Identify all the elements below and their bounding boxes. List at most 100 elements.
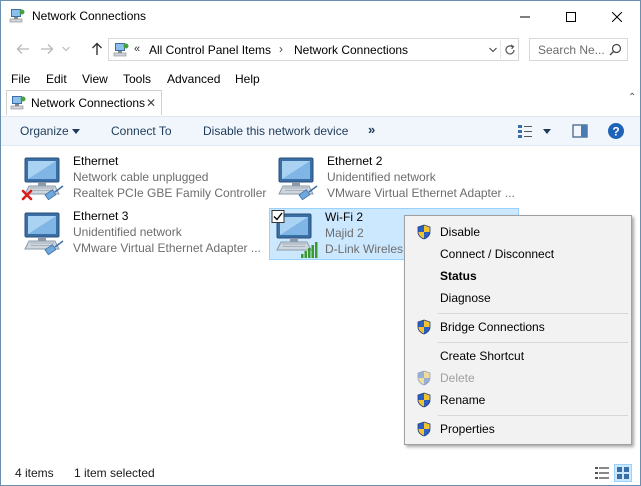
status-bar: 4 items 1 item selected [1,461,640,485]
item-count: 4 items [15,466,54,480]
svg-text:?: ? [612,125,619,139]
uac-shield-icon [416,370,432,386]
breadcrumb-control-panel[interactable]: All Control Panel Items [149,43,271,57]
organize-button[interactable]: Organize [20,124,69,138]
details-view-button[interactable] [593,464,611,482]
change-view-icon[interactable] [517,123,533,139]
connection-name: Ethernet [73,154,119,168]
menu-item-label: Connect / Disconnect [440,247,555,261]
back-arrow-icon [16,44,29,54]
chevron-down-icon [62,46,70,52]
menu-item-properties[interactable]: Properties [407,418,629,440]
menu-tools[interactable]: Tools [123,72,151,86]
tab-bar: Network Connections ✕ ⌃ [1,90,640,115]
tab-close-icon[interactable]: ✕ [146,96,156,110]
menu-item-label: Properties [440,422,495,436]
maximize-button[interactable] [548,1,594,32]
menu-item-bridge-connections[interactable]: Bridge Connections [407,316,629,338]
tab-network-connections[interactable]: Network Connections ✕ [6,90,162,115]
uac-shield-icon [416,224,432,240]
chevron-up-icon[interactable]: ⌃ [628,92,636,103]
command-bar: Organize Connect To Disable this network… [1,116,640,146]
connection-device: VMware Virtual Ethernet Adapter ... [73,241,261,255]
connect-to-button[interactable]: Connect To [111,124,172,138]
network-connections-icon [10,95,26,111]
connection-name: Ethernet 2 [327,154,383,168]
connection-device: VMware Virtual Ethernet Adapter ... [327,186,515,200]
selection-count: 1 item selected [74,466,155,480]
breadcrumb-separator[interactable]: › [279,42,283,56]
forward-arrow-icon [41,44,54,54]
network-adapter-icon [19,209,64,256]
menu-item-delete: Delete [407,367,629,389]
wireless-adapter-icon [271,210,318,258]
menu-item-label: Diagnose [440,291,491,305]
view-options-dropdown-icon[interactable] [543,129,551,134]
recent-locations-button[interactable] [59,38,73,60]
refresh-button[interactable] [500,40,518,59]
uac-shield-icon [416,319,432,335]
search-box[interactable]: Search Ne... [529,38,628,61]
up-arrow-icon [92,42,102,55]
close-button[interactable] [594,1,640,32]
menu-advanced[interactable]: Advanced [167,72,220,86]
organize-dropdown-icon[interactable] [72,129,80,134]
menu-item-label: Rename [440,393,486,407]
tiles-view-icon [617,467,629,479]
network-adapter-icon [21,154,64,201]
title-bar[interactable]: Network Connections [1,1,640,32]
help-icon[interactable]: ? [607,122,625,140]
connection-status: Unidentified network [327,170,436,184]
connection-item-ethernet-3[interactable]: Ethernet 3 Unidentified network VMware V… [18,208,268,260]
menu-separator [438,313,628,314]
forward-button[interactable] [37,38,57,60]
menu-item-diagnose[interactable]: Diagnose [407,287,629,309]
connection-item-ethernet[interactable]: Ethernet Network cable unplugged Realtek… [18,153,268,205]
menu-item-label: Delete [440,371,475,385]
menu-item-label: Bridge Connections [440,320,545,334]
menu-edit[interactable]: Edit [46,72,67,86]
search-icon[interactable] [609,43,622,56]
connection-status: Network cable unplugged [73,170,209,184]
menu-view[interactable]: View [82,72,108,86]
address-overflow[interactable]: « [134,43,140,55]
connection-device: D-Link Wireles [325,242,404,256]
connection-item-ethernet-2[interactable]: Ethernet 2 Unidentified network VMware V… [272,153,522,205]
minimize-icon [520,16,530,17]
menu-separator [438,415,628,416]
menu-item-label: Disable [440,225,481,239]
menu-item-status[interactable]: Status [407,265,629,287]
context-menu: Disable Connect / Disconnect Status Diag… [404,215,632,445]
tiles-view-button[interactable] [614,464,632,482]
up-button[interactable] [87,38,107,60]
more-commands-button[interactable]: » [368,122,375,137]
menu-item-create-shortcut[interactable]: Create Shortcut [407,345,629,367]
navigation-bar: « All Control Panel Items › Network Conn… [1,34,640,64]
menu-item-connect-disconnect[interactable]: Connect / Disconnect [407,243,629,265]
menu-item-rename[interactable]: Rename [407,389,629,411]
connection-name: Wi-Fi 2 [325,210,363,224]
details-view-icon [595,467,609,479]
menu-item-label: Create Shortcut [440,349,525,363]
network-connections-icon [9,8,25,24]
preview-pane-icon[interactable] [572,123,588,139]
disable-device-button[interactable]: Disable this network device [203,124,348,138]
connection-status: Unidentified network [73,225,182,239]
menu-help[interactable]: Help [235,72,260,86]
network-connections-window: Network Connections « All Control Panel … [0,0,641,486]
menu-file[interactable]: File [11,72,30,86]
uac-shield-icon [416,392,432,408]
maximize-icon [566,11,576,22]
search-placeholder: Search Ne... [538,43,605,57]
minimize-button[interactable] [502,1,548,32]
back-button[interactable] [13,38,33,60]
selection-checkbox-icon [271,210,285,223]
address-dropdown-button[interactable] [487,41,499,58]
chevron-down-icon [489,47,497,52]
address-bar[interactable]: « All Control Panel Items › Network Conn… [108,38,519,61]
connection-status: Majid 2 [325,226,364,240]
menu-item-disable[interactable]: Disable [407,221,629,243]
breadcrumb-network-connections[interactable]: Network Connections [294,43,408,57]
connection-device: Realtek PCIe GBE Family Controller [73,186,267,200]
network-adapter-icon [273,154,318,201]
